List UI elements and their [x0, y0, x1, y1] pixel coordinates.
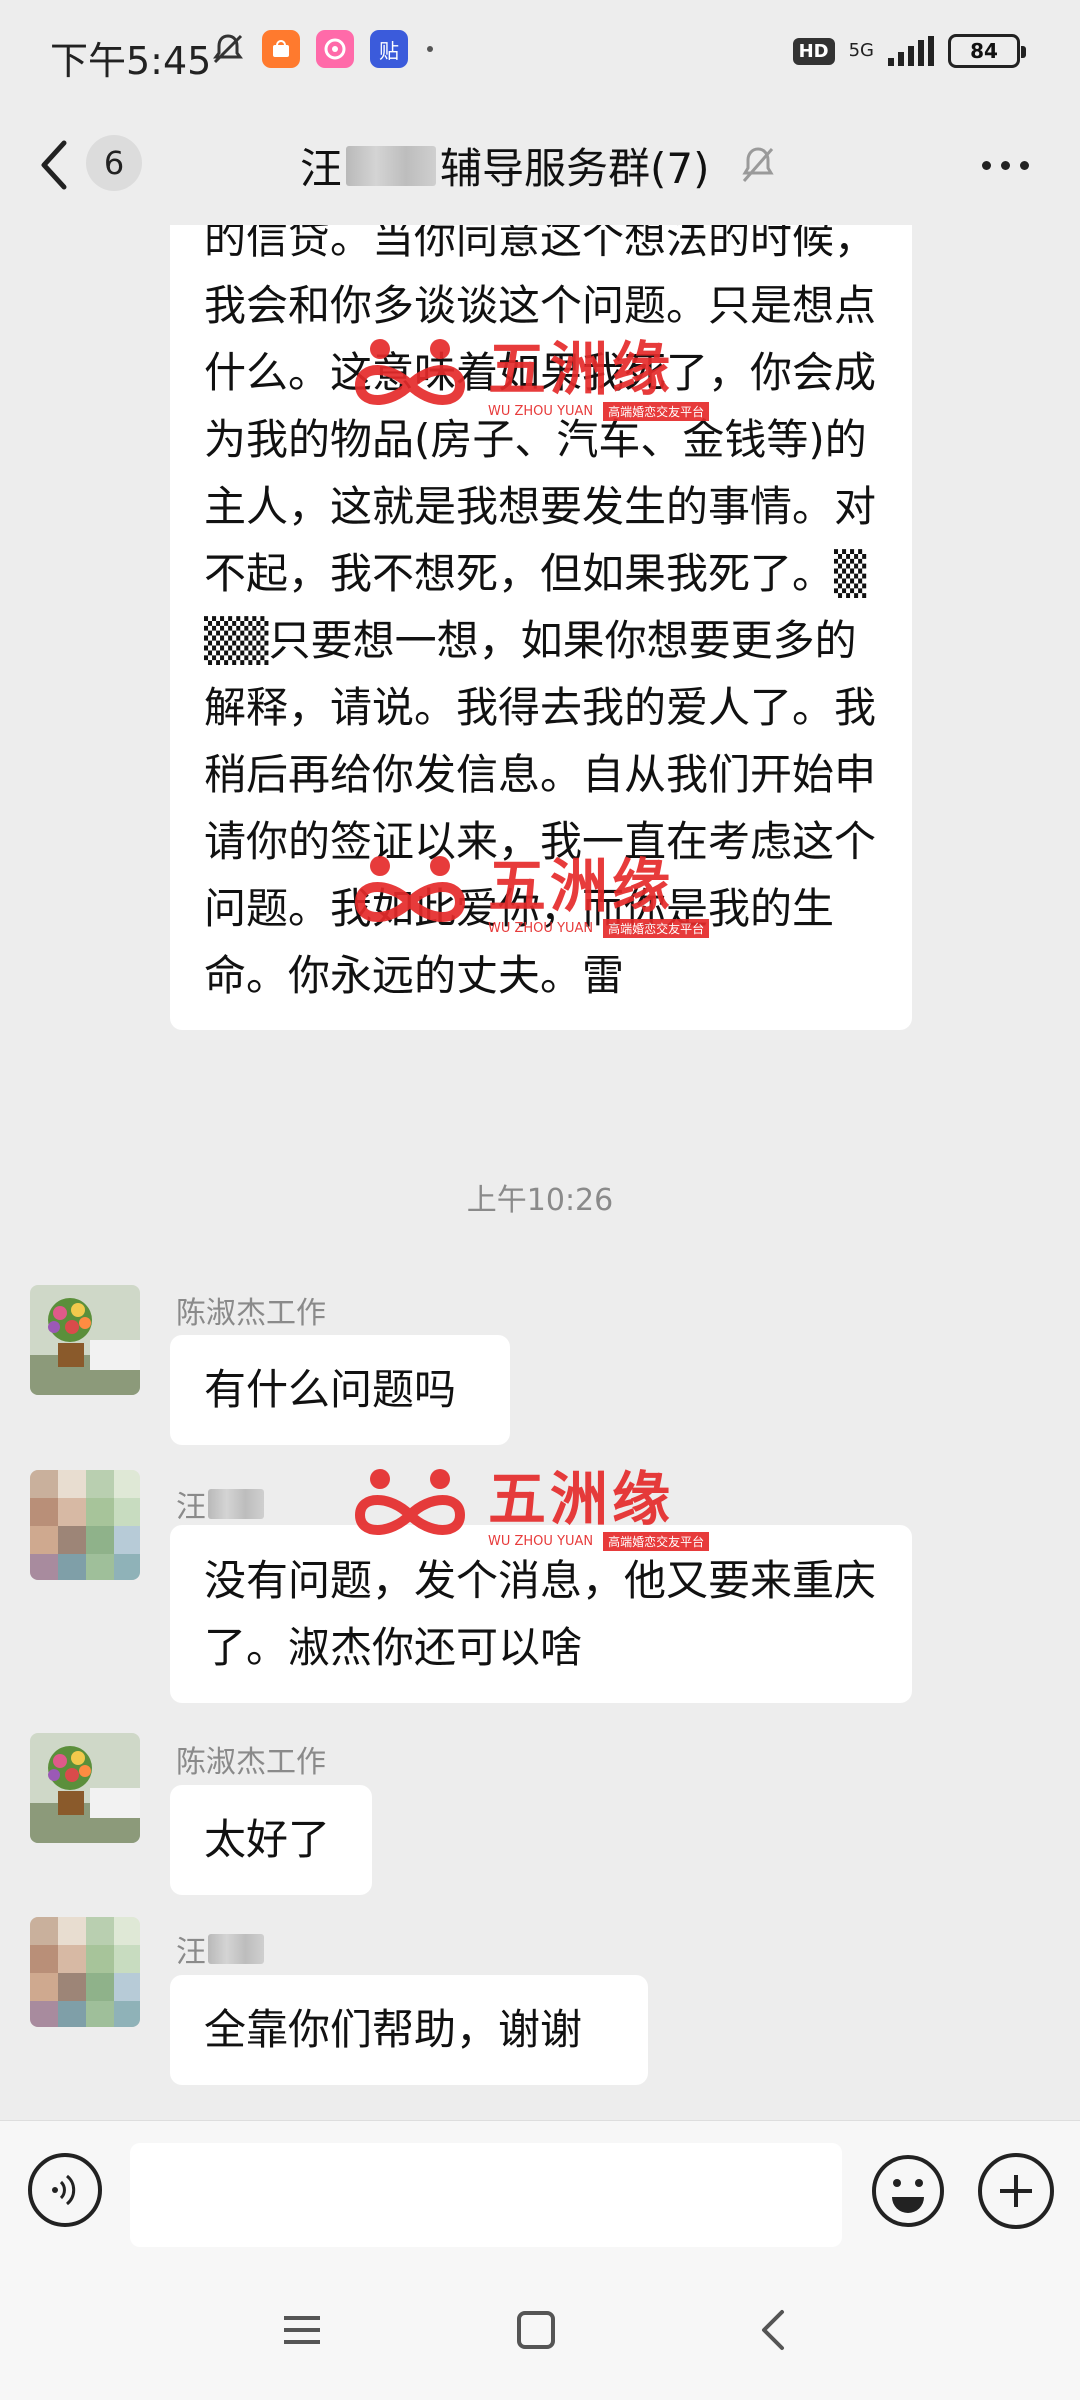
message-input-bar [0, 2120, 1080, 2260]
sender-name: 陈淑杰工作 [176, 1296, 326, 1331]
sender-name: 汪 [176, 1482, 264, 1526]
system-navigation-bar [0, 2260, 1080, 2400]
voice-input-button[interactable] [28, 2153, 102, 2227]
dot-icon [427, 46, 433, 52]
avatar[interactable] [30, 1470, 140, 1580]
watermark-brand: 五洲缘 [488, 1464, 675, 1533]
status-notification-icons: 贴 [210, 30, 436, 68]
muted-bell-icon [738, 143, 778, 191]
network-label: 5G [848, 40, 874, 61]
plus-icon [1000, 2175, 1032, 2207]
tieba-app-icon: 贴 [370, 30, 408, 68]
sender-name-prefix: 汪 [176, 1490, 206, 1525]
message-text: 的信贷。当你同意这个想法的时候，我会和你多谈谈这个问题。只是想点什么。这意味着如… [204, 225, 877, 1000]
battery-icon: 84 [948, 34, 1026, 68]
message-text: 没有问题，发个消息，他又要来重庆了。淑杰你还可以啥 [204, 1556, 877, 1672]
status-bar: 下午5:45 贴 HD 5G 84 [0, 0, 1080, 105]
pixelated-avatar-icon [30, 1470, 140, 1580]
square-icon [517, 2311, 555, 2349]
more-options-button[interactable] [970, 145, 1040, 185]
redacted-name [208, 1489, 264, 1519]
message-text: 全靠你们帮助，谢谢 [204, 2005, 583, 2054]
system-back-button[interactable] [742, 2305, 802, 2355]
chat-title[interactable]: 汪 辅导服务群(7) [300, 135, 710, 196]
pixelated-avatar-icon [30, 1917, 140, 2027]
unread-count-badge[interactable]: 6 [86, 135, 142, 191]
chevron-left-icon [762, 2310, 784, 2350]
tieba-label: 贴 [379, 38, 399, 63]
avatar[interactable] [30, 1917, 140, 2027]
home-button[interactable] [506, 2305, 566, 2355]
smiley-icon [872, 2155, 944, 2227]
signal-icon [888, 36, 934, 66]
message-bubble[interactable]: 有什么问题吗 [170, 1335, 510, 1445]
network-indicator: 5G [849, 42, 874, 60]
menu-lines-icon [284, 2316, 320, 2344]
sender-name: 陈淑杰工作 [176, 1745, 326, 1780]
chat-title-suffix: 辅导服务群(7) [440, 144, 710, 193]
photo-app-icon [316, 30, 354, 68]
dot-icon [1000, 160, 1010, 170]
voice-wave-icon [52, 2174, 76, 2206]
message-timestamp: 上午10:26 [466, 1183, 614, 1218]
message-bubble[interactable]: 太好了 [170, 1785, 372, 1895]
status-time: 下午5:45 [50, 39, 212, 83]
chat-header: 6 汪 辅导服务群(7) [0, 105, 1080, 225]
sender-name: 汪 [176, 1927, 264, 1971]
avatar[interactable] [30, 1285, 140, 1395]
message-text: 太好了 [204, 1815, 331, 1864]
redacted-name [346, 145, 437, 186]
dot-icon [981, 160, 991, 170]
avatar[interactable] [30, 1733, 140, 1843]
redacted-name [208, 1934, 264, 1964]
chat-message-list[interactable]: 的信贷。当你同意这个想法的时候，我会和你多谈谈这个问题。只是想点什么。这意味着如… [0, 225, 1080, 2120]
flower-basket-avatar-icon [30, 1733, 140, 1843]
emoji-button[interactable] [870, 2153, 946, 2229]
chat-title-prefix: 汪 [300, 144, 343, 193]
shopping-app-icon [262, 30, 300, 68]
hd-badge: HD [792, 37, 835, 65]
sender-name-prefix: 汪 [176, 1935, 206, 1970]
recent-apps-button[interactable] [272, 2305, 332, 2355]
status-right-icons: HD 5G 84 [792, 34, 1026, 68]
message-bubble-long[interactable]: 的信贷。当你同意这个想法的时候，我会和你多谈谈这个问题。只是想点什么。这意味着如… [170, 225, 912, 1030]
message-bubble[interactable]: 没有问题，发个消息，他又要来重庆了。淑杰你还可以啥 [170, 1525, 912, 1703]
chevron-left-icon [41, 140, 67, 190]
mute-bell-icon [213, 34, 243, 64]
message-text: 有什么问题吗 [204, 1365, 457, 1414]
message-bubble[interactable]: 全靠你们帮助，谢谢 [170, 1975, 648, 2085]
flower-basket-avatar-icon [30, 1285, 140, 1395]
battery-level: 84 [970, 39, 998, 63]
message-text-input[interactable] [130, 2143, 842, 2247]
dot-icon [1019, 160, 1029, 170]
more-actions-button[interactable] [978, 2153, 1054, 2229]
